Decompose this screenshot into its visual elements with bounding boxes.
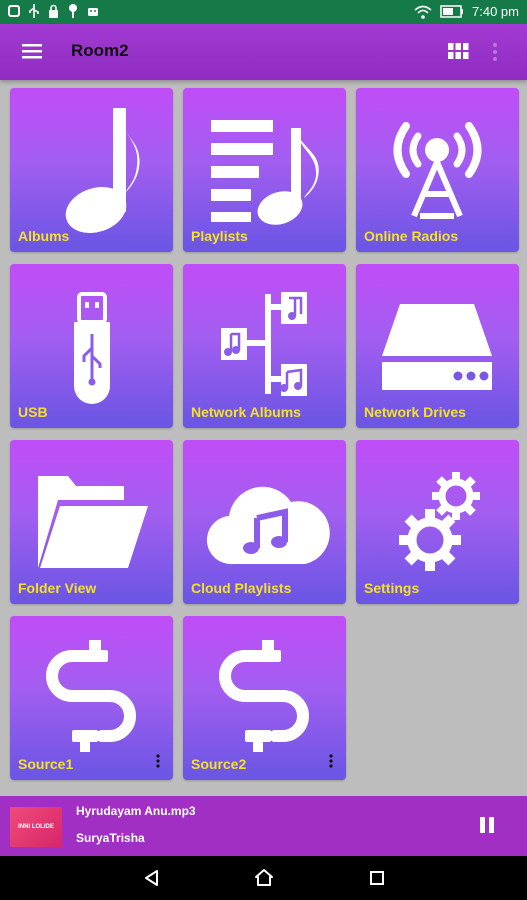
app-bar: Room2 <box>0 24 527 80</box>
status-icons-right: 7:40 pm <box>414 3 519 20</box>
gears-icon <box>399 472 480 571</box>
album-art[interactable]: INNI LOLIDE <box>10 807 62 847</box>
battery-icon <box>440 5 464 18</box>
tile-label: Cloud Playlists <box>191 580 292 596</box>
tile-label: Folder View <box>18 580 97 596</box>
tile-albums[interactable]: Albums <box>10 88 173 252</box>
network-music-icon <box>221 292 307 396</box>
usb-icon <box>29 4 39 18</box>
notification-icon <box>8 5 20 17</box>
tile-label: USB <box>18 404 48 420</box>
folder-icon <box>38 476 148 568</box>
tile-network-albums[interactable]: Network Albums <box>183 264 346 428</box>
tile-online-radios[interactable]: Online Radios <box>356 88 519 252</box>
track-artist: SuryaTrisha <box>76 831 145 845</box>
tile-label: Playlists <box>191 228 248 244</box>
status-icons-left <box>8 4 99 18</box>
tile-settings[interactable]: Settings <box>356 440 519 604</box>
cable-icon <box>219 640 309 752</box>
tile-label: Albums <box>18 228 70 244</box>
navigation-bar <box>0 856 527 900</box>
tile-network-drives[interactable]: Network Drives <box>356 264 519 428</box>
radio-tower-icon <box>393 122 482 219</box>
recents-icon[interactable] <box>367 868 387 888</box>
back-icon[interactable] <box>142 868 162 888</box>
tile-cloud-playlists[interactable]: Cloud Playlists <box>183 440 346 604</box>
tile-playlists[interactable]: Playlists <box>183 88 346 252</box>
tile-usb[interactable]: USB <box>10 264 173 428</box>
status-bar: 7:40 pm <box>0 0 527 24</box>
tile-label: Online Radios <box>364 228 459 244</box>
pin-icon <box>69 4 77 18</box>
now-playing-bar[interactable]: INNI LOLIDE Hyrudayam Anu.mp3 SuryaTrish… <box>0 796 527 856</box>
more-vert-icon[interactable] <box>488 40 502 64</box>
wifi-icon <box>414 5 432 19</box>
tile-source1[interactable]: Source1 <box>10 616 173 780</box>
home-icon[interactable] <box>254 868 274 888</box>
hamburger-menu-icon[interactable] <box>22 42 42 60</box>
tile-label: Settings <box>364 580 420 596</box>
usb-drive-icon <box>74 292 110 404</box>
cable-icon <box>46 640 136 752</box>
tile-folder-view[interactable]: Folder View <box>10 440 173 604</box>
cloud-music-icon <box>206 486 330 565</box>
music-note-icon <box>65 108 140 233</box>
page-title: Room2 <box>71 41 129 60</box>
tile-label: Network Albums <box>191 404 301 420</box>
tile-source2[interactable]: Source2 <box>183 616 346 780</box>
track-title: Hyrudayam Anu.mp3 <box>76 804 196 818</box>
tile-label: Source2 <box>191 756 247 772</box>
playlist-icon <box>211 120 319 225</box>
tile-label: Network Drives <box>364 404 466 420</box>
hard-drive-icon <box>382 304 492 390</box>
lock-icon <box>49 4 58 18</box>
pause-icon[interactable] <box>479 816 495 834</box>
more-vert-icon[interactable] <box>155 754 161 768</box>
tile-label: Source1 <box>18 756 74 772</box>
more-vert-icon[interactable] <box>328 754 334 768</box>
grid-view-icon[interactable] <box>448 41 469 62</box>
status-time: 7:40 pm <box>472 4 519 19</box>
android-icon <box>88 8 98 16</box>
